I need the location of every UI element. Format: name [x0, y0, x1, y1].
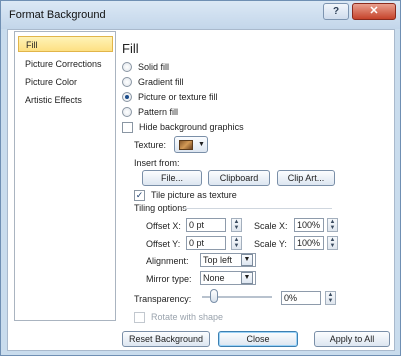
- clipboard-button-label: Clipboard: [219, 173, 259, 183]
- alignment-label: Alignment:: [146, 256, 189, 266]
- checkbox-label: Rotate with shape: [151, 312, 224, 322]
- reset-background-label: Reset Background: [128, 334, 204, 344]
- checkbox-disabled[interactable]: [134, 311, 145, 323]
- checkbox-label: Tile picture as texture: [151, 190, 237, 200]
- chevron-down-icon: ▼: [198, 141, 205, 148]
- chevron-down-icon[interactable]: ▼: [241, 254, 253, 266]
- radio-label: Gradient fill: [138, 77, 184, 87]
- category-list: Fill Picture Corrections Picture Color A…: [14, 31, 116, 321]
- help-icon[interactable]: ?: [323, 3, 349, 20]
- close-button[interactable]: Close: [218, 331, 298, 347]
- clipboard-button[interactable]: Clipboard: [208, 170, 270, 186]
- radio-label: Pattern fill: [138, 107, 179, 117]
- radio-button[interactable]: [122, 77, 132, 87]
- radio-button[interactable]: [122, 62, 132, 72]
- close-button-label: Close: [246, 334, 270, 344]
- insert-from-label: Insert from:: [134, 158, 180, 168]
- radio-button[interactable]: [122, 107, 132, 117]
- offset-x-value: 0 pt: [189, 220, 205, 230]
- scale-x-input[interactable]: 100%: [294, 218, 324, 232]
- reset-background-button[interactable]: Reset Background: [122, 331, 210, 347]
- offset-y-input[interactable]: 0 pt: [186, 236, 226, 250]
- scale-y-input[interactable]: 100%: [294, 236, 324, 250]
- file-button[interactable]: File...: [142, 170, 202, 186]
- radio-gradient-fill[interactable]: Gradient fill: [122, 76, 184, 88]
- mirror-type-label: Mirror type:: [146, 274, 192, 284]
- mirror-type-value: None: [203, 273, 225, 283]
- transparency-value: 0%: [284, 293, 298, 303]
- radio-solid-fill[interactable]: Solid fill: [122, 61, 169, 73]
- nav-item-picture-corrections[interactable]: Picture Corrections: [18, 56, 113, 72]
- tiling-options-divider: [184, 208, 332, 209]
- file-button-label: File...: [160, 173, 183, 183]
- scale-x-label: Scale X:: [254, 221, 288, 231]
- offset-x-input[interactable]: 0 pt: [186, 218, 226, 232]
- format-background-dialog: Format Background ? ✕ Fill Picture Corre…: [0, 0, 401, 356]
- panel-title: Fill: [122, 41, 139, 56]
- offset-x-label: Offset X:: [146, 221, 181, 231]
- scale-x-spinner[interactable]: ▲ ▼: [327, 218, 338, 232]
- offset-x-spinner[interactable]: ▲ ▼: [231, 218, 242, 232]
- scale-x-value: 100%: [297, 220, 321, 230]
- transparency-input[interactable]: 0%: [281, 291, 321, 305]
- fill-panel: Fill Solid fill Gradient fill Picture or…: [122, 41, 392, 323]
- dialog-title: Format Background: [9, 9, 106, 21]
- scale-y-value: 100%: [297, 238, 321, 248]
- radio-pattern-fill[interactable]: Pattern fill: [122, 106, 178, 118]
- apply-to-all-label: Apply to All: [329, 334, 375, 344]
- texture-label: Texture:: [134, 140, 167, 150]
- nav-item-artistic-effects[interactable]: Artistic Effects: [18, 92, 113, 108]
- tile-picture-checkbox[interactable]: ✓ Tile picture as texture: [134, 189, 237, 201]
- radio-picture-texture-fill[interactable]: Picture or texture fill: [122, 91, 218, 103]
- nav-item-label: Picture Color: [25, 77, 78, 87]
- nav-item-fill[interactable]: Fill: [18, 36, 113, 52]
- radio-button-selected[interactable]: [122, 92, 132, 102]
- hide-bg-graphics-checkbox[interactable]: Hide background graphics: [122, 121, 244, 133]
- offset-y-label: Offset Y:: [146, 239, 181, 249]
- offset-y-value: 0 pt: [189, 238, 205, 248]
- apply-to-all-button[interactable]: Apply to All: [314, 331, 390, 347]
- footer: Reset Background Close Apply to All: [122, 331, 392, 351]
- scale-y-spinner[interactable]: ▲ ▼: [327, 236, 338, 250]
- nav-item-picture-color[interactable]: Picture Color: [18, 74, 113, 90]
- clip-art-button-label: Clip Art...: [287, 173, 325, 183]
- checkbox-checked[interactable]: ✓: [134, 189, 145, 201]
- rotate-with-shape-checkbox[interactable]: Rotate with shape: [134, 311, 223, 323]
- close-icon[interactable]: ✕: [352, 3, 396, 20]
- checkbox-label: Hide background graphics: [139, 122, 244, 132]
- offset-y-spinner[interactable]: ▲ ▼: [231, 236, 242, 250]
- nav-item-label: Artistic Effects: [25, 95, 82, 105]
- texture-picker-button[interactable]: ▼: [174, 136, 208, 153]
- transparency-spinner[interactable]: ▲ ▼: [325, 291, 336, 305]
- nav-item-label: Picture Corrections: [25, 59, 102, 69]
- radio-label: Picture or texture fill: [138, 92, 218, 102]
- texture-swatch-icon: [179, 140, 193, 150]
- radio-label: Solid fill: [138, 62, 170, 72]
- alignment-value: Top left: [203, 255, 233, 265]
- scale-y-label: Scale Y:: [254, 239, 287, 249]
- transparency-label: Transparency:: [134, 294, 192, 304]
- tiling-options-label: Tiling options: [134, 203, 187, 213]
- clip-art-button[interactable]: Clip Art...: [277, 170, 335, 186]
- transparency-slider-thumb[interactable]: [210, 289, 218, 303]
- title-bar[interactable]: Format Background ? ✕: [1, 1, 400, 29]
- alignment-select[interactable]: Top left ▼: [200, 253, 256, 267]
- checkbox[interactable]: [122, 121, 133, 133]
- nav-item-label: Fill: [26, 40, 38, 50]
- chevron-down-icon[interactable]: ▼: [241, 272, 253, 284]
- mirror-type-select[interactable]: None ▼: [200, 271, 256, 285]
